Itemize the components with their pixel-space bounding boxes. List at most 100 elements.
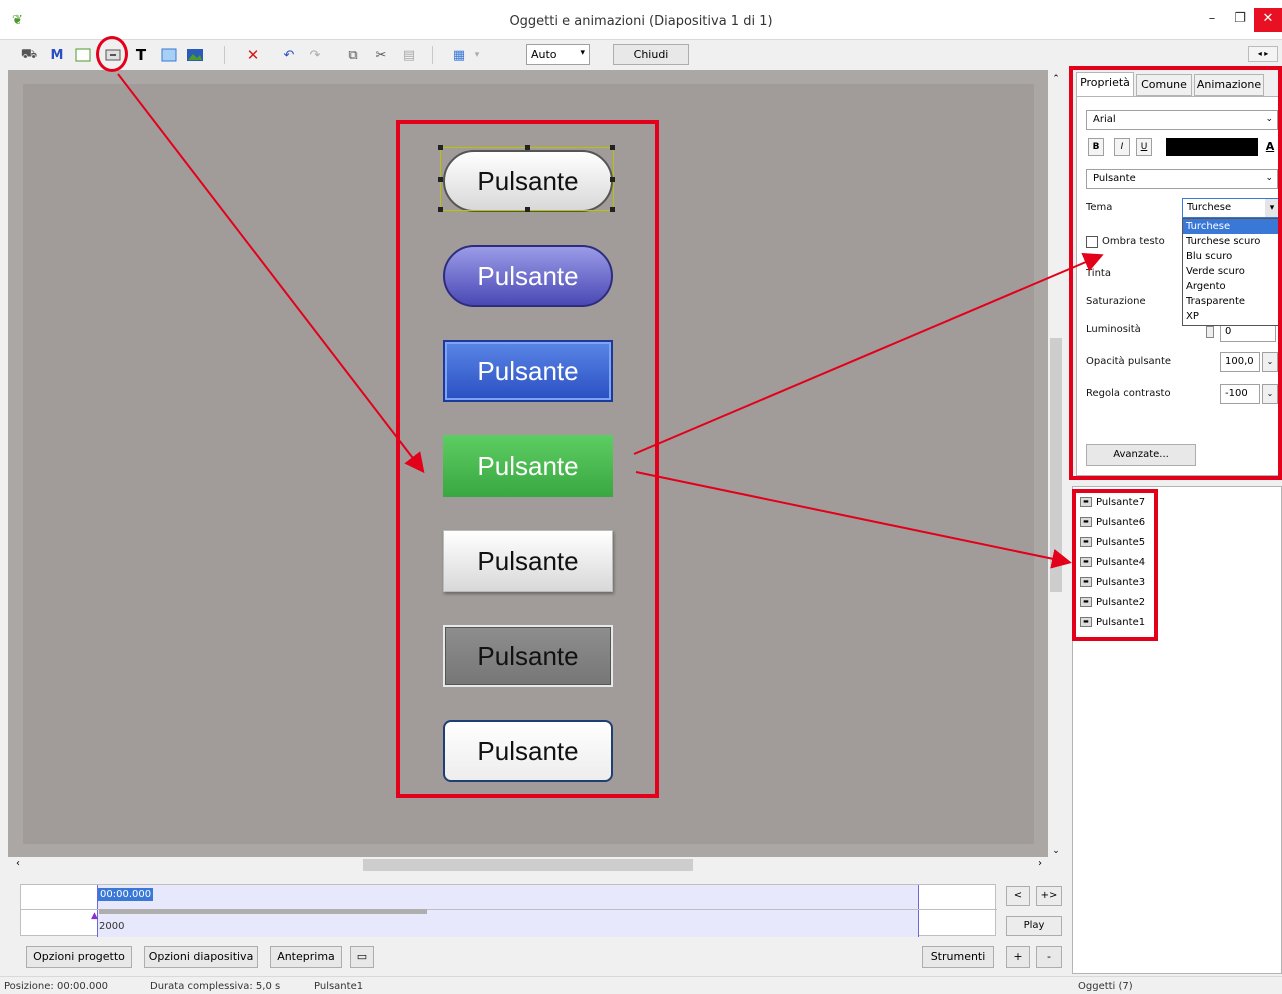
text-object-icon[interactable]: T xyxy=(132,46,150,64)
opacity-dropdown[interactable]: ⌄ xyxy=(1262,352,1278,372)
scroll-thumb[interactable] xyxy=(1050,338,1062,592)
text-color-button[interactable]: A xyxy=(1262,138,1278,156)
button-object-3[interactable]: Pulsante xyxy=(443,340,613,402)
contrast-dropdown[interactable]: ⌄ xyxy=(1262,384,1278,404)
tint-label: Tinta xyxy=(1086,268,1111,279)
add-slide-icon[interactable]: ⛟ xyxy=(20,46,38,64)
close-dialog-button[interactable]: Chiudi xyxy=(613,44,689,65)
zoom-select[interactable]: Auto ▾ xyxy=(526,44,590,65)
play-button[interactable]: Play xyxy=(1006,916,1062,936)
remove-keyframe-button[interactable]: - xyxy=(1036,946,1062,968)
maximize-button[interactable]: ❐ xyxy=(1226,8,1254,32)
delete-icon[interactable]: ✕ xyxy=(244,46,262,64)
underline-button[interactable]: U xyxy=(1136,138,1152,156)
object-list-item[interactable]: ▬ Pulsante3 xyxy=(1080,574,1145,592)
button-type-select[interactable]: Pulsante ⌄ xyxy=(1086,169,1278,189)
theme-option[interactable]: Trasparente xyxy=(1183,294,1279,309)
theme-options-list: Turchese Turchese scuro Blu scuro Verde … xyxy=(1182,218,1280,326)
tools-button[interactable]: Strumenti xyxy=(922,946,994,968)
brightness-slider[interactable] xyxy=(1206,326,1214,338)
font-value: Arial xyxy=(1093,114,1116,125)
contrast-label: Regola contrasto xyxy=(1086,388,1171,399)
button-object-6[interactable]: Pulsante xyxy=(443,625,613,687)
tab-properties[interactable]: Proprietà xyxy=(1076,72,1134,96)
button-object-5[interactable]: Pulsante xyxy=(443,530,613,592)
tab-common[interactable]: Comune xyxy=(1136,74,1192,96)
button-object-icon: ▬ xyxy=(1080,557,1092,567)
keyframe-marker-icon[interactable]: ▲ xyxy=(91,911,98,921)
opacity-label: Opacità pulsante xyxy=(1086,356,1172,367)
button-object-icon: ▬ xyxy=(1080,577,1092,587)
prev-keyframe-button[interactable]: < xyxy=(1006,886,1030,906)
button-object-icon: ▬ xyxy=(1080,517,1092,527)
mask-icon[interactable]: M xyxy=(48,46,66,64)
add-keyframe-button[interactable]: + xyxy=(1006,946,1030,968)
chevron-down-icon[interactable]: ▾ xyxy=(1265,199,1279,217)
object-name: Pulsante5 xyxy=(1096,537,1146,548)
object-list-item[interactable]: ▬ Pulsante5 xyxy=(1080,534,1145,552)
object-list-item[interactable]: ▬ Pulsante2 xyxy=(1080,594,1145,612)
minimize-button[interactable]: – xyxy=(1198,8,1226,32)
font-select[interactable]: Arial ⌄ xyxy=(1086,110,1278,130)
theme-select[interactable]: Turchese ▾ xyxy=(1182,198,1280,218)
object-name: Pulsante3 xyxy=(1096,577,1146,588)
tab-animation[interactable]: Animazione xyxy=(1194,74,1264,96)
chevron-left-icon[interactable]: ‹ xyxy=(16,858,20,869)
button-object-4[interactable]: Pulsante xyxy=(443,435,613,497)
theme-option[interactable]: XP xyxy=(1183,309,1279,324)
chevron-right-icon[interactable]: › xyxy=(1038,858,1042,869)
button-object-2[interactable]: Pulsante xyxy=(443,245,613,307)
button-object-icon: ▬ xyxy=(1080,597,1092,607)
theme-option[interactable]: Verde scuro xyxy=(1183,264,1279,279)
fullscreen-preview-button[interactable]: ▭ xyxy=(350,946,374,968)
theme-option[interactable]: Turchese xyxy=(1183,219,1279,234)
button-object-1[interactable]: Pulsante xyxy=(443,150,613,212)
undo-icon[interactable]: ↶ xyxy=(280,46,298,64)
cut-icon[interactable]: ✂ xyxy=(372,46,390,64)
project-options-button[interactable]: Opzioni progetto xyxy=(26,946,132,968)
next-keyframe-button[interactable]: +> xyxy=(1036,886,1062,906)
horizontal-scrollbar[interactable]: ‹ › xyxy=(8,857,1048,873)
object-list-item[interactable]: ▬ Pulsante6 xyxy=(1080,514,1145,532)
window-title: Oggetti e animazioni (Diapositiva 1 di 1… xyxy=(509,14,773,29)
copy-icon[interactable]: ⧉ xyxy=(344,46,362,64)
preview-button[interactable]: Anteprima xyxy=(270,946,342,968)
italic-button[interactable]: I xyxy=(1114,138,1130,156)
object-list-item[interactable]: ▬ Pulsante7 xyxy=(1080,494,1145,512)
panel-scroll-arrows[interactable]: ◂ ▸ xyxy=(1248,46,1278,62)
theme-option[interactable]: Blu scuro xyxy=(1183,249,1279,264)
toolbar-separator xyxy=(432,46,433,64)
chevron-down-icon[interactable]: ▾ xyxy=(468,46,486,64)
button-object-icon: ▬ xyxy=(1080,497,1092,507)
object-name: Pulsante6 xyxy=(1096,517,1146,528)
chevron-down-icon: ⌄ xyxy=(1265,173,1273,183)
rectangle-icon[interactable] xyxy=(160,46,178,64)
grid-icon[interactable]: ▦ xyxy=(450,46,468,64)
image-object-icon[interactable] xyxy=(186,46,204,64)
bold-button[interactable]: B xyxy=(1088,138,1104,156)
object-list-item[interactable]: ▬ Pulsante1 xyxy=(1080,614,1145,632)
theme-option[interactable]: Turchese scuro xyxy=(1183,234,1279,249)
timeline[interactable]: 00:00.000 ▲ 2000 xyxy=(20,884,997,937)
advanced-button[interactable]: Avanzate... xyxy=(1086,444,1196,466)
slide-options-button[interactable]: Opzioni diapositiva xyxy=(144,946,258,968)
close-window-button[interactable]: ✕ xyxy=(1254,8,1282,32)
theme-option[interactable]: Argento xyxy=(1183,279,1279,294)
chevron-down-icon[interactable]: ⌄ xyxy=(1048,846,1064,856)
button-object-icon[interactable] xyxy=(104,46,122,64)
text-color-swatch[interactable] xyxy=(1166,138,1258,156)
contrast-input[interactable]: -100 xyxy=(1220,384,1260,404)
frame-icon[interactable] xyxy=(74,46,92,64)
redo-icon[interactable]: ↷ xyxy=(306,46,324,64)
object-name: Pulsante4 xyxy=(1096,557,1146,568)
text-shadow-checkbox[interactable] xyxy=(1086,236,1098,248)
button-object-7[interactable]: Pulsante xyxy=(443,720,613,782)
timeline-value: 2000 xyxy=(99,921,125,932)
theme-value: Turchese xyxy=(1187,202,1232,213)
vertical-scrollbar[interactable]: ⌃ ⌄ xyxy=(1048,70,1064,860)
chevron-up-icon[interactable]: ⌃ xyxy=(1048,74,1064,84)
opacity-input[interactable]: 100,0 xyxy=(1220,352,1260,372)
paste-icon[interactable]: ▤ xyxy=(400,46,418,64)
object-list-item[interactable]: ▬ Pulsante4 xyxy=(1080,554,1145,572)
scroll-thumb[interactable] xyxy=(363,859,693,871)
